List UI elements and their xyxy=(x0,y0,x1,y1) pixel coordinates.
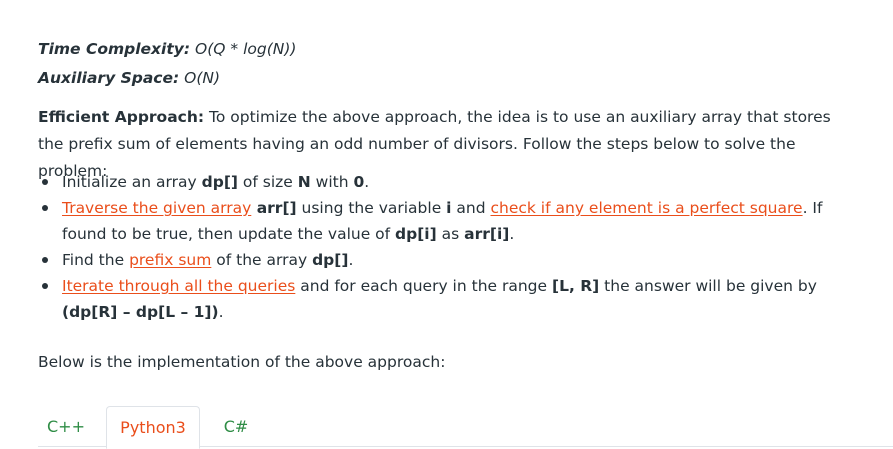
tab-cpp[interactable]: C++ xyxy=(38,406,94,447)
auxiliary-space-value: O(N) xyxy=(184,69,221,87)
step-text: of the array xyxy=(211,251,313,269)
step-text: . xyxy=(364,173,370,191)
steps-list: Initialize an array dp[] of size N with … xyxy=(38,169,868,325)
step-text: . xyxy=(348,251,354,269)
step-text: . xyxy=(218,303,224,321)
step-bold: arr[i] xyxy=(464,225,510,243)
efficient-approach-label: Efficient Approach: xyxy=(38,108,205,126)
step-bold: dp[] xyxy=(201,173,238,191)
time-complexity: Time Complexity: O(Q * log(N)) xyxy=(38,40,296,58)
iterate-queries-link[interactable]: Iterate through all the queries xyxy=(62,277,295,295)
step-text: with xyxy=(310,173,354,191)
step-bold: N xyxy=(297,173,311,191)
language-tabs: C++ Python3 C# xyxy=(38,406,893,449)
implementation-note: Below is the implementation of the above… xyxy=(38,353,446,371)
step-text: as xyxy=(436,225,465,243)
step-bold: [L, R] xyxy=(551,277,600,295)
step-text: the answer will be given by xyxy=(599,277,817,295)
perfect-square-link[interactable]: check if any element is a perfect square xyxy=(491,199,803,217)
step-text: . xyxy=(509,225,515,243)
step-text: Find the xyxy=(62,251,130,269)
article-content: Time Complexity: O(Q * log(N)) Auxiliary… xyxy=(0,0,893,449)
step-bold: dp[] xyxy=(312,251,349,269)
list-item: Find the prefix sum of the array dp[]. xyxy=(38,247,868,273)
tab-python3[interactable]: Python3 xyxy=(106,406,200,449)
step-bold: (dp[R] – dp[L – 1]) xyxy=(62,303,219,321)
step-text: and xyxy=(451,199,491,217)
auxiliary-space-label: Auxiliary Space: xyxy=(38,69,180,87)
traverse-array-link[interactable]: Traverse the given array xyxy=(62,199,251,217)
step-bold: 0 xyxy=(353,173,365,191)
list-item: Iterate through all the queries and for … xyxy=(38,273,868,325)
time-complexity-label: Time Complexity: xyxy=(38,40,191,58)
time-complexity-value: O(Q * log(N)) xyxy=(195,40,297,58)
step-bold: dp[i] xyxy=(395,225,437,243)
list-item: Initialize an array dp[] of size N with … xyxy=(38,169,868,195)
auxiliary-space: Auxiliary Space: O(N) xyxy=(38,69,220,87)
step-bold: arr[] xyxy=(251,199,297,217)
step-text: of size xyxy=(237,173,298,191)
list-item: Traverse the given array arr[] using the… xyxy=(38,195,868,247)
step-text: using the variable xyxy=(296,199,447,217)
prefix-sum-link[interactable]: prefix sum xyxy=(129,251,211,269)
step-text: Initialize an array xyxy=(62,173,202,191)
step-text: and for each query in the range xyxy=(295,277,552,295)
tab-csharp[interactable]: C# xyxy=(212,406,260,447)
